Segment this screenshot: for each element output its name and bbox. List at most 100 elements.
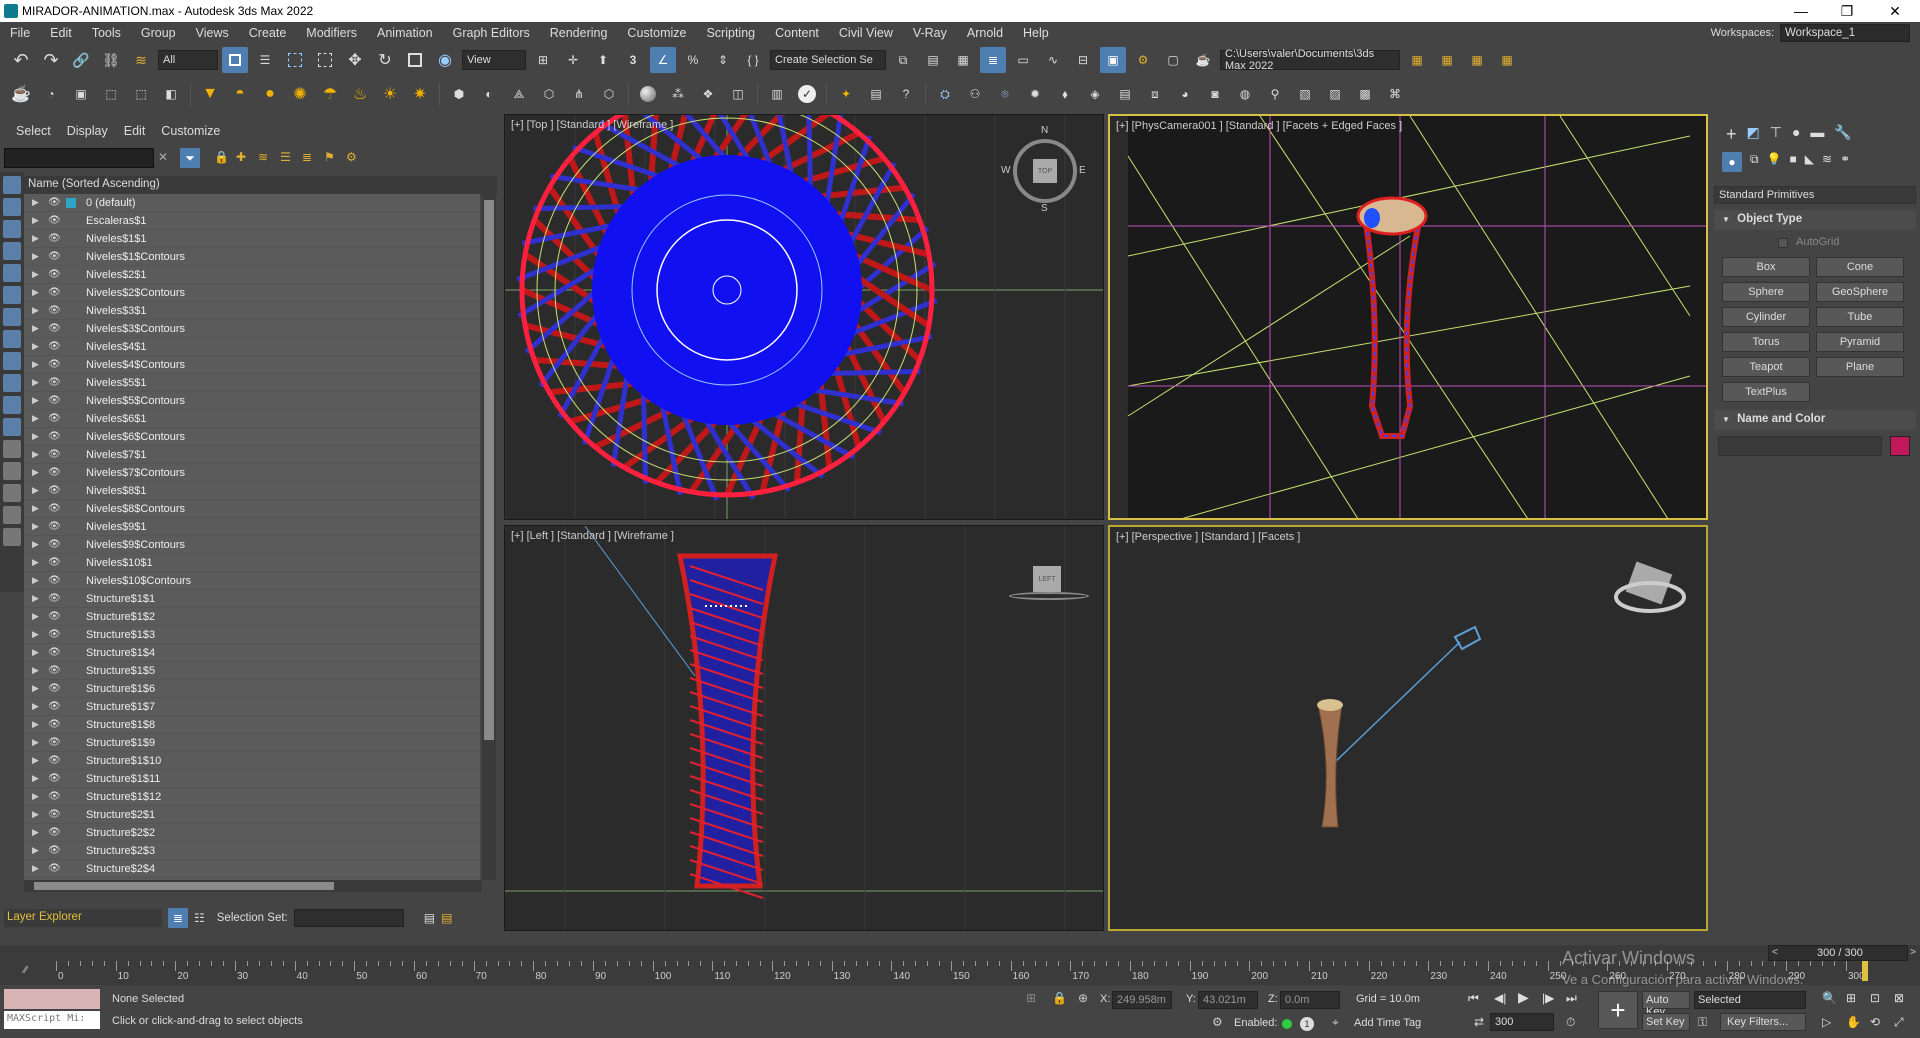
civil-icon-8[interactable]: ⧈ — [1142, 81, 1168, 107]
viewport-camera[interactable]: [+] [PhysCamera001 ] [Standard ] [Facets… — [1108, 114, 1708, 520]
vray-decal-icon[interactable]: ⬡ — [536, 81, 562, 107]
arnold-scene-icon[interactable]: ▤ — [863, 81, 889, 107]
prev-frame-icon[interactable]: ◀| — [1494, 991, 1506, 1005]
layer-hierarchy-icon[interactable]: ≣ — [302, 150, 312, 164]
sort-hierarchy-icon[interactable]: ☷ — [194, 911, 205, 925]
eye-icon[interactable]: 👁 — [48, 215, 62, 226]
vray-clipper-icon[interactable]: ⬡ — [596, 81, 622, 107]
y-coordinate[interactable]: 43.021m — [1198, 991, 1258, 1009]
expand-icon[interactable]: ▶ — [32, 359, 44, 370]
viewport-perspective-label[interactable]: [+] [Perspective ] [Standard ] [Facets ] — [1116, 531, 1300, 543]
civil-icon-14[interactable]: ▨ — [1322, 81, 1348, 107]
layer-active-icon[interactable]: ⚑ — [324, 150, 335, 164]
eye-icon[interactable]: 👁 — [48, 611, 62, 622]
eye-icon[interactable]: 👁 — [48, 575, 62, 586]
civil-icon-13[interactable]: ▧ — [1292, 81, 1318, 107]
link-icon[interactable]: 🔗 — [68, 47, 94, 73]
restore-button[interactable]: ❐ — [1824, 0, 1870, 22]
box-button[interactable]: Box — [1722, 257, 1810, 277]
enabled-indicator[interactable] — [1282, 1019, 1292, 1029]
strip-display-geometry-icon[interactable] — [3, 176, 21, 194]
selection-set-add-icon[interactable]: ▤ — [424, 911, 435, 925]
vray-render-icon[interactable]: ◔ — [38, 81, 64, 107]
eye-icon[interactable]: 👁 — [48, 197, 62, 208]
pyramid-button[interactable]: Pyramid — [1816, 332, 1904, 352]
select-manipulate-icon[interactable]: ✛ — [560, 47, 586, 73]
layer-row[interactable]: ▶ 👁 Niveles$10$Contours — [24, 572, 480, 590]
maxscript-listener[interactable] — [4, 989, 100, 1009]
time-config-icon[interactable]: ⏱ — [1566, 1015, 1575, 1030]
geosphere-button[interactable]: GeoSphere — [1816, 282, 1904, 302]
layer-row[interactable]: ▶ 👁 Structure$2$2 — [24, 824, 480, 842]
menu-rendering[interactable]: Rendering — [540, 26, 618, 40]
minimize-button[interactable]: — — [1778, 0, 1824, 22]
undo-icon[interactable]: ↶ — [8, 47, 34, 73]
set-key-big-button[interactable]: + — [1598, 991, 1638, 1029]
layer-row[interactable]: ▶ 👁 Niveles$6$1 — [24, 410, 480, 428]
strip-find-icon[interactable] — [3, 528, 21, 546]
strip-display-containers-icon[interactable] — [3, 374, 21, 392]
rect-selection-icon[interactable] — [282, 47, 308, 73]
eye-icon[interactable]: 👁 — [48, 449, 62, 460]
expand-icon[interactable]: ▶ — [32, 683, 44, 694]
viewport-left-label[interactable]: [+] [Left ] [Standard ] [Wireframe ] — [511, 530, 674, 542]
explorer-menu-display[interactable]: Display — [59, 124, 116, 138]
pan-icon[interactable]: ✋ — [1846, 1015, 1861, 1029]
strip-display-frozen-icon[interactable] — [3, 396, 21, 414]
selection-set-dropdown[interactable] — [293, 909, 404, 927]
civil-icon-16[interactable]: ⌘ — [1382, 81, 1408, 107]
eye-icon[interactable]: 👁 — [48, 359, 62, 370]
fov-icon[interactable]: ▷ — [1822, 1015, 1831, 1029]
rotate-icon[interactable]: ↻ — [372, 47, 398, 73]
expand-icon[interactable]: ▶ — [32, 593, 44, 604]
expand-icon[interactable]: ▶ — [32, 863, 44, 874]
plane-button[interactable]: Plane — [1816, 357, 1904, 377]
menu-content[interactable]: Content — [765, 26, 829, 40]
name-color-rollout-header[interactable]: ▼ Name and Color — [1714, 410, 1916, 430]
menu-tools[interactable]: Tools — [82, 26, 131, 40]
select-by-name-icon[interactable]: ☰ — [252, 47, 278, 73]
cameras-category-icon[interactable]: ■ — [1790, 152, 1797, 174]
layer-row[interactable]: ▶ 👁 Niveles$5$1 — [24, 374, 480, 392]
toggle-ribbon-icon[interactable]: ▭ — [1010, 47, 1036, 73]
filter-icon[interactable]: ⏷ — [180, 148, 200, 168]
civil-icon-11[interactable]: ◍ — [1232, 81, 1258, 107]
key-mode-icon[interactable]: ⇄ — [1474, 1015, 1484, 1029]
create-tab-icon[interactable]: + — [1726, 124, 1737, 146]
layer-row[interactable]: ▶ 👁 Structure$2$1 — [24, 806, 480, 824]
object-name-input[interactable] — [1718, 436, 1882, 456]
curve-editor-mini-icon[interactable]: ⁄∕ — [24, 965, 27, 976]
menu-graph-editors[interactable]: Graph Editors — [443, 26, 540, 40]
eye-icon[interactable]: 👁 — [48, 683, 62, 694]
layer-row[interactable]: ▶ 👁 Structure$1$1 — [24, 590, 480, 608]
next-frame-icon[interactable]: |▶ — [1542, 991, 1554, 1005]
toggle-layer-explorer-icon[interactable]: ≣ — [980, 47, 1006, 73]
render-production-icon[interactable]: ☕ — [1190, 47, 1216, 73]
vray-camera-icon[interactable]: ◧ — [158, 81, 184, 107]
place-icon[interactable]: ◉ — [432, 47, 458, 73]
menu-arnold[interactable]: Arnold — [957, 26, 1013, 40]
rendered-frame-window-icon[interactable]: ▢ — [1160, 47, 1186, 73]
eye-icon[interactable]: 👁 — [48, 791, 62, 802]
viewcube-face-top[interactable]: TOP — [1033, 159, 1057, 183]
explorer-menu-select[interactable]: Select — [8, 124, 59, 138]
strip-display-lights-icon[interactable] — [3, 220, 21, 238]
eye-icon[interactable]: 👁 — [48, 395, 62, 406]
systems-category-icon[interactable]: ⚭ — [1840, 152, 1850, 174]
vray-grass-icon[interactable]: ⋔ — [566, 81, 592, 107]
layer-row[interactable]: ▶ 👁 Niveles$5$Contours — [24, 392, 480, 410]
eye-icon[interactable]: 👁 — [48, 629, 62, 640]
torus-button[interactable]: Torus — [1722, 332, 1810, 352]
vray-plane-icon[interactable]: ⟁ — [506, 81, 532, 107]
vray-spot-icon[interactable]: ☂ — [317, 81, 343, 107]
bind-spacewarp-icon[interactable]: ≋ — [128, 47, 154, 73]
layer-row[interactable]: ▶ 👁 Structure$1$8 — [24, 716, 480, 734]
expand-icon[interactable]: ▶ — [32, 233, 44, 244]
select-children-icon[interactable]: ☰ — [280, 150, 291, 164]
z-coordinate[interactable]: 0.0m — [1280, 991, 1340, 1009]
expand-icon[interactable]: ▶ — [32, 467, 44, 478]
strip-display-bones-icon[interactable] — [3, 352, 21, 370]
vray-light-dome-icon[interactable]: ◓ — [227, 81, 253, 107]
layer-row[interactable]: ▶ 👁 Niveles$3$Contours — [24, 320, 480, 338]
zoom-icon[interactable]: 🔍 — [1822, 991, 1837, 1005]
